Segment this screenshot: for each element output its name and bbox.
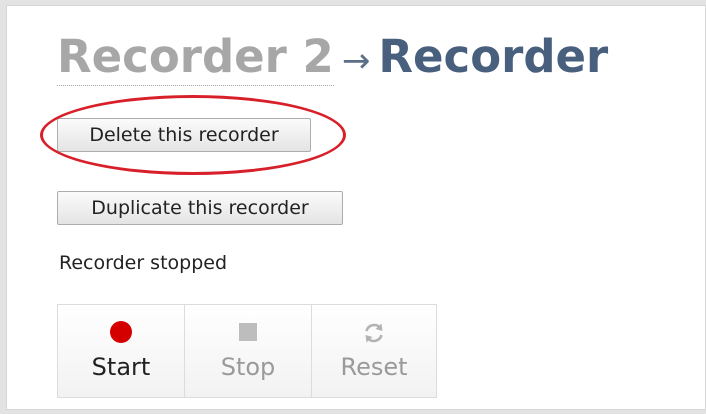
- stop-button[interactable]: Stop: [185, 305, 312, 397]
- refresh-icon: [362, 321, 386, 349]
- delete-recorder-button[interactable]: Delete this recorder: [57, 118, 311, 152]
- breadcrumb-current: Recorder: [378, 30, 609, 83]
- stop-icon: [239, 321, 257, 341]
- breadcrumb-parent-link[interactable]: Recorder 2: [57, 30, 334, 86]
- recorder-controls: Start Stop Reset: [57, 304, 437, 398]
- record-icon: [110, 321, 132, 343]
- reset-button[interactable]: Reset: [312, 305, 436, 397]
- reset-label: Reset: [340, 353, 408, 381]
- recorder-status-text: Recorder stopped: [59, 252, 228, 274]
- start-label: Start: [91, 353, 151, 381]
- start-button[interactable]: Start: [58, 305, 185, 397]
- stop-label: Stop: [220, 353, 276, 381]
- page-title: Recorder 2 → Recorder: [57, 22, 608, 96]
- recorder-config-panel: Recorder 2 → Recorder Delete this recorder…: [6, 5, 706, 410]
- duplicate-recorder-button[interactable]: Duplicate this recorder: [57, 191, 343, 225]
- breadcrumb-arrow: →: [341, 41, 371, 81]
